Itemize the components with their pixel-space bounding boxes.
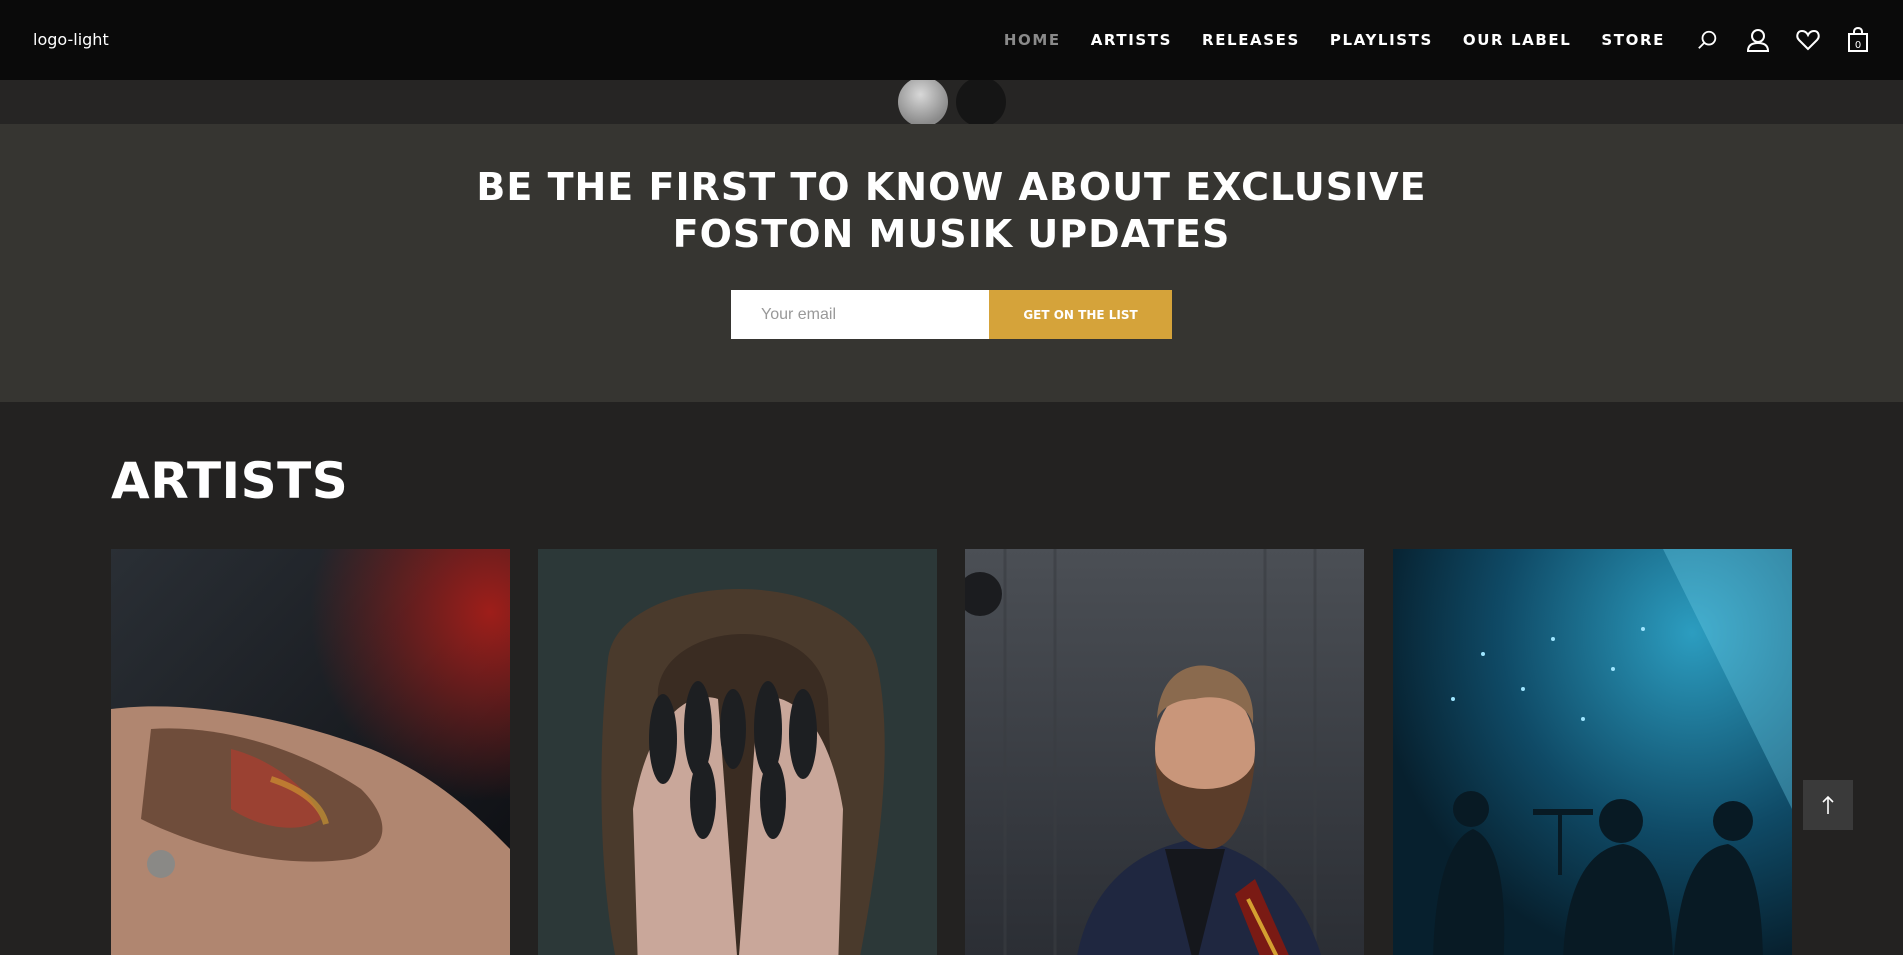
artist-card[interactable] xyxy=(965,549,1364,955)
logo[interactable]: logo-light xyxy=(33,30,109,49)
face-covered-by-painted-hands-photo xyxy=(538,549,937,955)
nav-artists[interactable]: ARTISTS xyxy=(1091,31,1172,49)
main-nav: HOME ARTISTS RELEASES PLAYLISTS OUR LABE… xyxy=(1004,0,1903,80)
site-header: logo-light HOME ARTISTS RELEASES PLAYLIS… xyxy=(0,0,1903,80)
user-icon[interactable] xyxy=(1745,27,1771,53)
email-field[interactable] xyxy=(731,290,990,339)
nav-home[interactable]: HOME xyxy=(1004,31,1061,49)
slider-dot[interactable] xyxy=(956,77,1006,127)
search-icon[interactable] xyxy=(1695,27,1721,53)
newsletter-title-line-2: FOSTON MUSIK UPDATES xyxy=(672,212,1231,256)
cart-count: 0 xyxy=(1855,40,1861,51)
nav-releases[interactable]: RELEASES xyxy=(1202,31,1300,49)
arrow-up-icon xyxy=(1822,795,1834,814)
tattooed-hand-photo xyxy=(111,549,510,955)
slider-dot-active[interactable] xyxy=(898,77,948,127)
slider-pagination xyxy=(0,77,1903,127)
newsletter-title: BE THE FIRST TO KNOW ABOUT EXCLUSIVE FOS… xyxy=(0,164,1903,258)
back-to-top-button[interactable] xyxy=(1803,780,1853,830)
newsletter-section: BE THE FIRST TO KNOW ABOUT EXCLUSIVE FOS… xyxy=(0,124,1903,402)
nav-store[interactable]: STORE xyxy=(1601,31,1665,49)
header-icons: 0 xyxy=(1695,27,1871,53)
artist-card[interactable] xyxy=(111,549,510,955)
nav-playlists[interactable]: PLAYLISTS xyxy=(1330,31,1433,49)
artist-card[interactable] xyxy=(1393,549,1792,955)
bearded-guitarist-photo xyxy=(965,549,1364,955)
band-on-blue-stage-photo xyxy=(1393,549,1792,955)
heart-icon[interactable] xyxy=(1795,27,1821,53)
artists-section: ARTISTS xyxy=(0,402,1903,955)
newsletter-title-line-1: BE THE FIRST TO KNOW ABOUT EXCLUSIVE xyxy=(476,165,1427,209)
shopping-bag-icon[interactable]: 0 xyxy=(1845,27,1871,53)
section-title: ARTISTS xyxy=(111,452,349,510)
nav-our-label[interactable]: OUR LABEL xyxy=(1463,31,1572,49)
artist-card[interactable] xyxy=(538,549,937,955)
get-on-the-list-button[interactable]: GET ON THE LIST xyxy=(989,290,1172,339)
